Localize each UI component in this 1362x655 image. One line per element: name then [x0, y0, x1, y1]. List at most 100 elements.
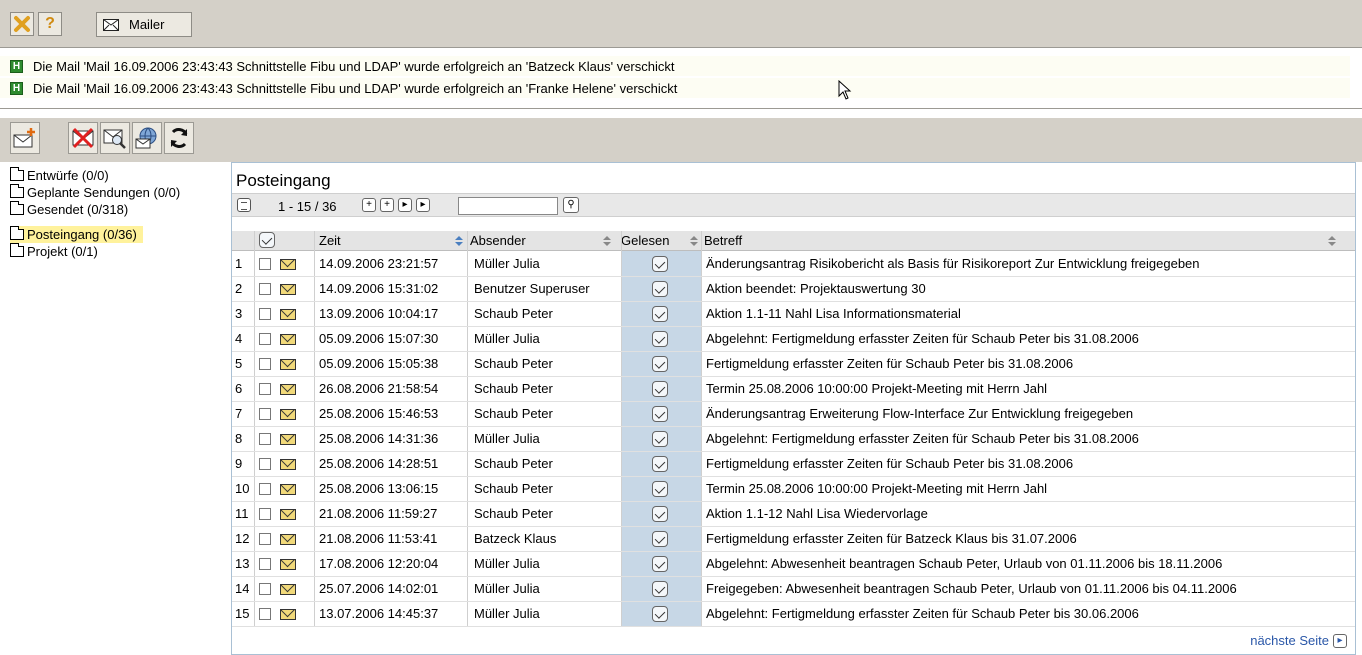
row-subject[interactable]: Aktion 1.1-12 Nahl Lisa Wiedervorlage: [706, 501, 1351, 527]
folder-projekt[interactable]: Projekt (0/1): [10, 243, 104, 260]
table-row[interactable]: 3 13.09.2006 10:04:17 Schaub Peter Aktion 1…: [232, 301, 1355, 327]
message-text: Die Mail 'Mail 16.09.2006 23:43:43 Schni…: [33, 80, 678, 96]
row-subject[interactable]: Aktion 1.1-11 Nahl Lisa Informationsmate…: [706, 301, 1351, 327]
row-checkbox[interactable]: [259, 258, 271, 270]
table-row[interactable]: 2 14.09.2006 15:31:02 Benutzer Superuser Ak…: [232, 276, 1355, 302]
row-subject[interactable]: Abgelehnt: Abwesenheit beantragen Schaub…: [706, 551, 1351, 577]
row-checkbox[interactable]: [259, 383, 271, 395]
row-checkbox[interactable]: [259, 433, 271, 445]
row-checkbox[interactable]: [259, 483, 271, 495]
read-check-icon[interactable]: [652, 431, 668, 447]
read-check-icon[interactable]: [652, 481, 668, 497]
row-subject[interactable]: Änderungsantrag Risikobericht als Basis …: [706, 251, 1351, 277]
column-header-subject[interactable]: Betreff: [704, 231, 742, 251]
folder-label: Projekt (0/1): [27, 244, 98, 259]
row-checkbox[interactable]: [259, 533, 271, 545]
row-subject[interactable]: Abgelehnt: Fertigmeldung erfasster Zeite…: [706, 426, 1351, 452]
read-check-icon[interactable]: [652, 331, 668, 347]
row-checkbox[interactable]: [259, 308, 271, 320]
read-check-icon[interactable]: [652, 406, 668, 422]
read-check-icon[interactable]: [652, 456, 668, 472]
search-mail-button[interactable]: [100, 122, 130, 154]
last-page-icon[interactable]: ▸: [416, 198, 430, 212]
mailer-button[interactable]: Mailer: [96, 12, 192, 37]
receive-mail-button[interactable]: [132, 122, 162, 154]
table-row[interactable]: 10 25.08.2006 13:06:15 Schaub Peter Termin …: [232, 476, 1355, 502]
select-all-checkbox[interactable]: [259, 232, 275, 248]
row-subject[interactable]: Aktion beendet: Projektauswertung 30: [706, 276, 1351, 302]
page-title: Posteingang: [236, 171, 331, 190]
divider: [0, 108, 1362, 109]
read-check-icon[interactable]: [652, 356, 668, 372]
play-icon[interactable]: ▸: [398, 198, 412, 212]
row-subject[interactable]: Abgelehnt: Fertigmeldung erfasster Zeite…: [706, 326, 1351, 352]
read-check-icon[interactable]: [652, 281, 668, 297]
table-row[interactable]: 1 14.09.2006 23:21:57 Müller Julia Änderung…: [232, 251, 1355, 277]
row-subject[interactable]: Freigegeben: Abwesenheit beantragen Scha…: [706, 576, 1351, 602]
row-checkbox[interactable]: [259, 583, 271, 595]
table-row[interactable]: 11 21.08.2006 11:59:27 Schaub Peter Aktion …: [232, 501, 1355, 527]
folder-gesendet[interactable]: Gesendet (0/318): [10, 201, 134, 218]
new-mail-button[interactable]: [10, 122, 40, 154]
sort-sender-icon[interactable]: [602, 236, 612, 246]
row-subject[interactable]: Fertigmeldung erfasster Zeiten für Schau…: [706, 351, 1351, 377]
folder-geplante-sendungen[interactable]: Geplante Sendungen (0/0): [10, 184, 186, 201]
read-check-icon[interactable]: [652, 556, 668, 572]
column-header-read[interactable]: Gelesen: [621, 231, 669, 251]
row-sender: Schaub Peter: [474, 381, 553, 396]
add-more-icon[interactable]: +: [380, 198, 394, 212]
help-button[interactable]: ?: [38, 12, 62, 36]
sort-time-icon[interactable]: [454, 236, 464, 246]
row-checkbox[interactable]: [259, 608, 271, 620]
delete-mail-button[interactable]: [68, 122, 98, 154]
row-checkbox[interactable]: [259, 283, 271, 295]
table-row[interactable]: 8 25.08.2006 14:31:36 Müller Julia Abgelehn…: [232, 426, 1355, 452]
table-row[interactable]: 14 25.07.2006 14:02:01 Müller Julia Freigeg…: [232, 576, 1355, 602]
row-checkbox[interactable]: [259, 508, 271, 520]
row-subject[interactable]: Fertigmeldung erfasster Zeiten für Batze…: [706, 526, 1351, 552]
column-header-sender[interactable]: Absender: [470, 231, 526, 251]
table-row[interactable]: 9 25.08.2006 14:28:51 Schaub Peter Fertigme…: [232, 451, 1355, 477]
row-subject[interactable]: Fertigmeldung erfasster Zeiten für Schau…: [706, 451, 1351, 477]
row-checkbox[interactable]: [259, 333, 271, 345]
table-row[interactable]: 4 05.09.2006 15:07:30 Müller Julia Abgelehn…: [232, 326, 1355, 352]
sort-read-icon[interactable]: [689, 236, 699, 246]
row-subject[interactable]: Änderungsantrag Erweiterung Flow-Interfa…: [706, 401, 1351, 427]
column-header-time[interactable]: Zeit: [319, 231, 341, 251]
read-check-icon[interactable]: [652, 306, 668, 322]
row-sender: Müller Julia: [474, 256, 540, 271]
read-check-icon[interactable]: [652, 256, 668, 272]
read-check-icon[interactable]: [652, 606, 668, 622]
table-row[interactable]: 12 21.08.2006 11:53:41 Batzeck Klaus Fertig…: [232, 526, 1355, 552]
folder-entwuerfe[interactable]: Entwürfe (0/0): [10, 167, 115, 184]
row-time: 14.09.2006 15:31:02: [319, 281, 439, 296]
sort-subject-icon[interactable]: [1327, 236, 1337, 246]
row-checkbox[interactable]: [259, 458, 271, 470]
close-button[interactable]: [10, 12, 34, 36]
row-checkbox[interactable]: [259, 558, 271, 570]
read-check-icon[interactable]: [652, 506, 668, 522]
next-page-link[interactable]: nächste Seite ▸: [1250, 633, 1347, 648]
row-checkbox[interactable]: [259, 358, 271, 370]
table-row[interactable]: 13 17.08.2006 12:20:04 Müller Julia Abgeleh…: [232, 551, 1355, 577]
folder-label: Geplante Sendungen (0/0): [27, 185, 181, 200]
row-subject[interactable]: Termin 25.08.2006 10:00:00 Projekt-Meeti…: [706, 376, 1351, 402]
top-toolbar: ? Mailer: [0, 0, 1362, 48]
read-check-icon[interactable]: [652, 581, 668, 597]
list-view-icon[interactable]: [237, 198, 251, 212]
row-subject[interactable]: Abgelehnt: Fertigmeldung erfasster Zeite…: [706, 601, 1351, 627]
table-row[interactable]: 6 26.08.2006 21:58:54 Schaub Peter Termin 2…: [232, 376, 1355, 402]
search-icon[interactable]: ⚲: [563, 197, 579, 213]
table-row[interactable]: 5 05.09.2006 15:05:38 Schaub Peter Fertigme…: [232, 351, 1355, 377]
add-icon[interactable]: +: [362, 198, 376, 212]
read-check-icon[interactable]: [652, 531, 668, 547]
row-checkbox[interactable]: [259, 408, 271, 420]
folder-posteingang[interactable]: Posteingang (0/36): [10, 226, 143, 243]
read-check-icon[interactable]: [652, 381, 668, 397]
refresh-button[interactable]: [164, 122, 194, 154]
table-row[interactable]: 7 25.08.2006 15:46:53 Schaub Peter Änderung…: [232, 401, 1355, 427]
row-number: 11: [235, 506, 249, 521]
row-subject[interactable]: Termin 25.08.2006 10:00:00 Projekt-Meeti…: [706, 476, 1351, 502]
search-input[interactable]: [458, 197, 558, 215]
table-row[interactable]: 15 13.07.2006 14:45:37 Müller Julia Abgeleh…: [232, 601, 1355, 627]
